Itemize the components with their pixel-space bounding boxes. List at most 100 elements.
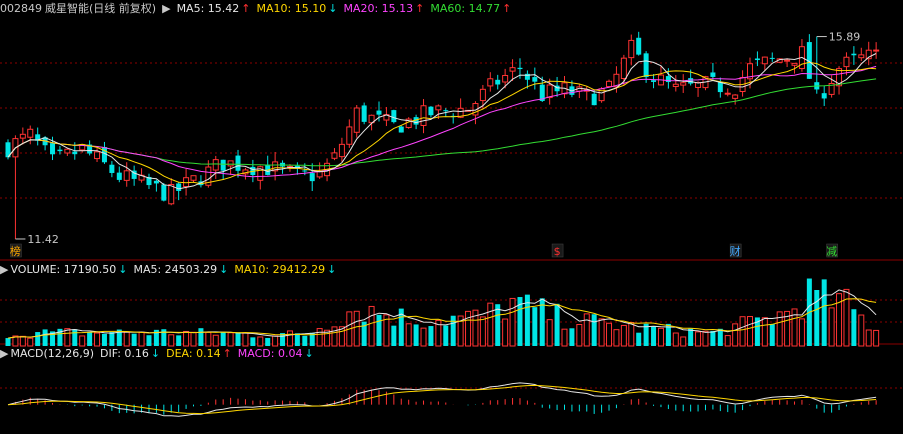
candle-body [479,88,486,102]
candle-body [851,53,857,56]
candle-body [487,78,494,87]
volume-bar [747,316,753,347]
volume-bar [391,325,397,346]
candle-body [391,110,397,123]
volume-bar [487,302,494,347]
volume-bar [353,310,360,347]
volume-bar [27,337,34,347]
candle-body [420,105,427,126]
volume-bar [843,288,850,347]
candle-body [620,57,627,79]
candle-body [517,67,523,70]
candle-body [724,92,731,95]
low-label: 11.42 [27,233,58,246]
volume-bar [554,303,560,346]
volume-bar [64,328,71,347]
candle-body [643,53,649,78]
volume-bar [450,315,456,346]
candle-body [680,82,687,86]
candle-body [495,79,501,85]
volume-bar [651,326,657,346]
volume-bar [428,326,434,346]
volume-bar [710,330,716,346]
candle-body [353,107,360,133]
volume-bar [138,331,145,347]
candle-body [710,72,716,77]
volume-bar [465,310,472,347]
volume-bar [495,304,501,346]
candle-body [109,164,115,173]
volume-bar [717,328,723,346]
volume-ma5-line [7,289,877,339]
volume-bar [87,331,93,346]
volume-bar [94,332,101,347]
event-marker: $ [554,245,561,258]
volume-bar [302,335,308,346]
candle-body [509,67,516,72]
volume-bar [702,330,709,347]
volume-bar [272,335,279,347]
volume-bar [79,335,86,347]
volume-bar [858,314,865,347]
volume-bar [739,316,746,347]
volume-bar [613,329,620,347]
candle-body [858,54,865,59]
candle-body [153,180,159,184]
candle-body [309,173,315,182]
volume-bar [331,326,338,347]
volume-bar [509,297,516,347]
candle-body [843,56,850,68]
candle-body [190,175,197,181]
candle-body [769,57,775,59]
volume-bar [242,332,249,347]
ma20-line [7,65,877,178]
volume-bar [657,327,664,347]
volume-bar [212,334,219,347]
volume-bar [561,328,568,347]
volume-bar [628,322,635,347]
volume-bar [636,332,642,346]
volume-bar [72,329,78,346]
candle-body [791,62,798,66]
volume-bar [672,332,679,347]
volume-bar [769,324,775,346]
volume-bar [198,328,204,346]
candle-body [161,184,167,201]
volume-bar [220,332,226,346]
candle-body [220,159,226,171]
candle-body [732,94,739,99]
candle-body [546,84,553,99]
stock-chart[interactable]: 15.89 11.42 榜 $ 财 减 [0,0,903,434]
volume-bar [316,328,323,347]
candle-body [532,77,538,82]
candle-body [212,159,219,171]
candle-body [428,106,434,116]
event-marker: 榜 [10,244,21,258]
volume-bar [873,329,880,347]
volume-bar [865,329,872,347]
volume-bar [405,323,412,347]
candle-body [338,143,345,158]
volume-bar [821,279,827,346]
candle-body [94,151,101,160]
candle-body [346,126,353,145]
candle-body [176,183,182,191]
volume-bar [109,332,115,346]
candle-body [316,171,323,178]
volume-bar [176,335,182,346]
event-marker: 财 [730,244,741,258]
volume-bar [265,337,271,346]
volume-bar [376,314,382,346]
volume-bar [688,328,694,346]
candle-body [398,126,404,133]
volume-bar [420,327,427,347]
candle-body [235,155,241,171]
volume-bar [591,314,597,346]
volume-bar [123,331,130,347]
volume-bar [761,317,768,347]
candle-body [636,37,642,55]
ma5-line [7,53,877,190]
volume-bar [183,330,190,347]
volume-bar [532,307,538,346]
candle-body [873,49,880,52]
